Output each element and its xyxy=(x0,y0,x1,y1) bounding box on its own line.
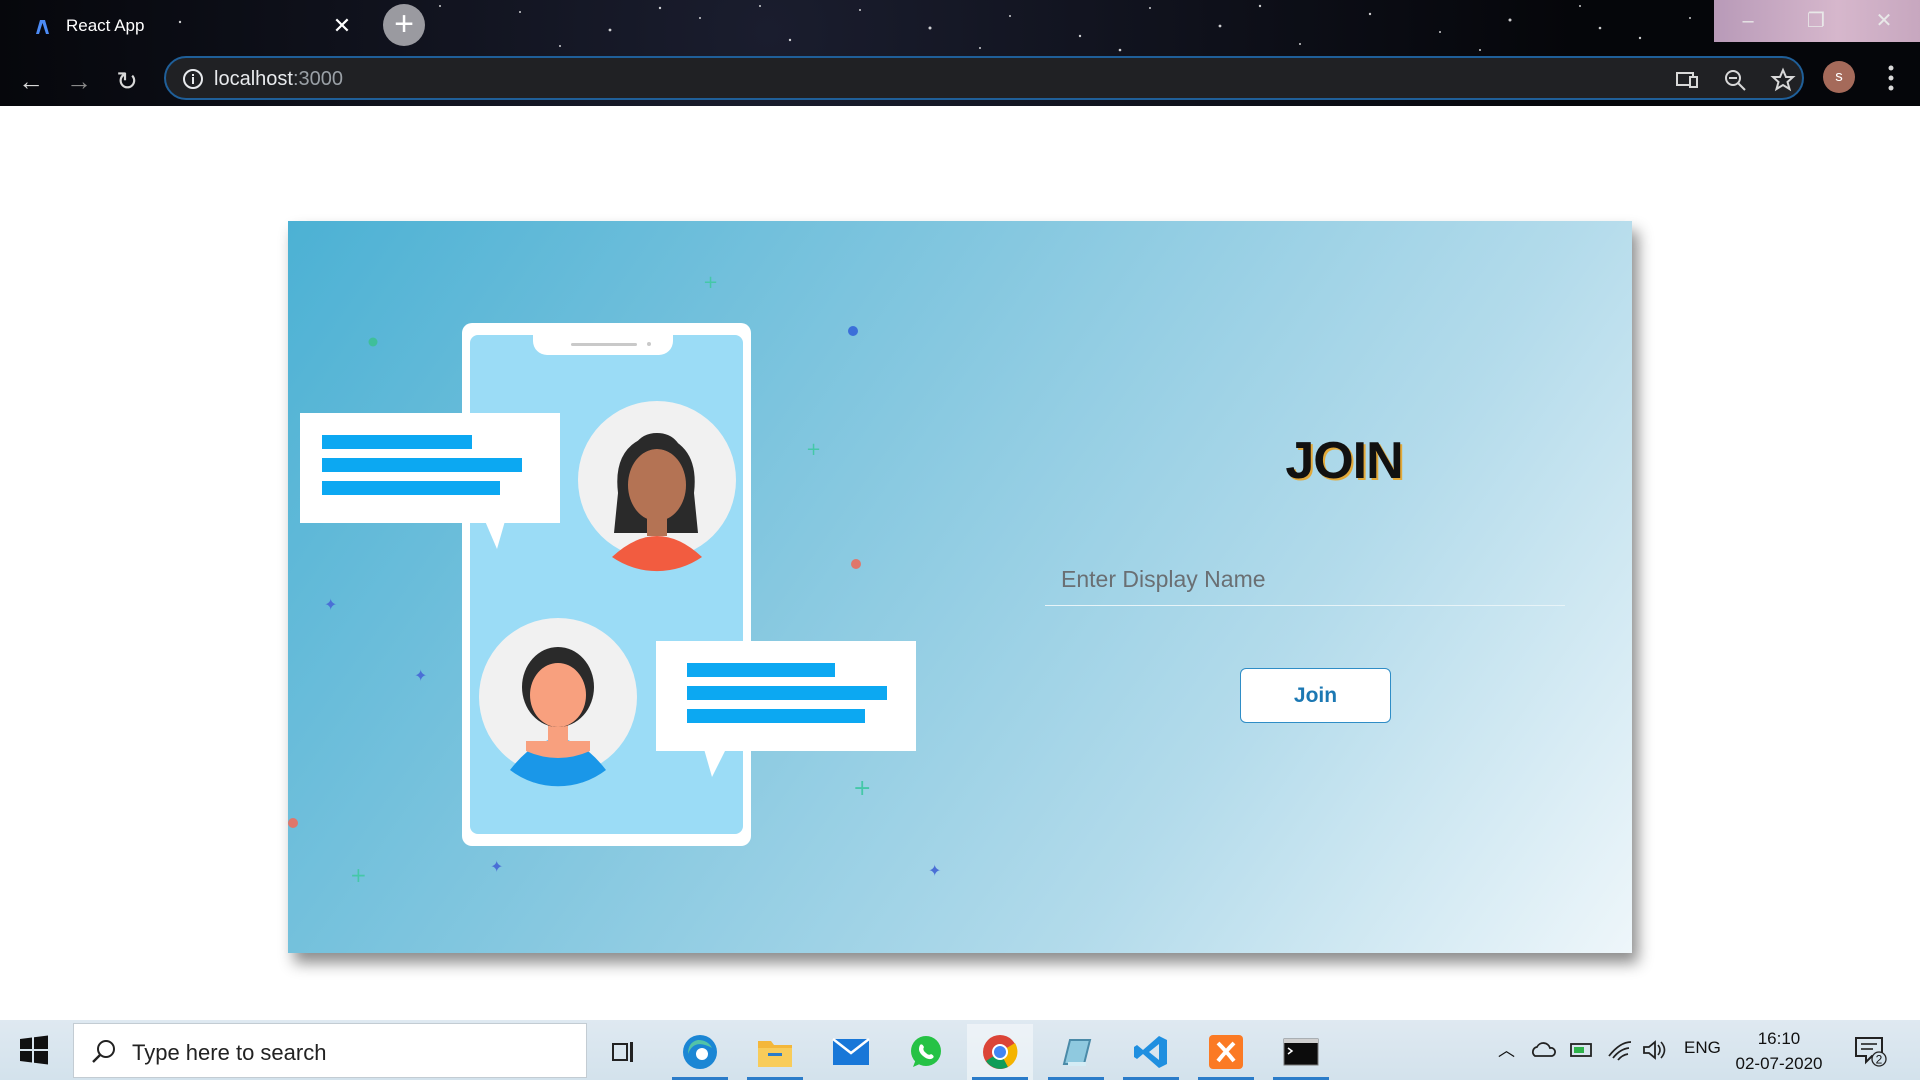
url-port: :3000 xyxy=(292,68,343,90)
svg-text:+: + xyxy=(853,776,871,801)
battery-icon[interactable] xyxy=(1568,1036,1596,1064)
svg-text:✦: ✦ xyxy=(928,861,941,880)
taskbar-search-box[interactable]: Type here to search xyxy=(73,1023,587,1078)
svg-text:+: + xyxy=(703,272,718,293)
url-host: localhost xyxy=(214,68,293,90)
show-hidden-icons-chevron-icon[interactable]: ︿ xyxy=(1498,1036,1515,1064)
svg-text:✦: ✦ xyxy=(414,666,427,685)
browser-tab[interactable]: React App ✕ xyxy=(10,4,366,48)
language-indicator[interactable]: ENG xyxy=(1684,1038,1721,1066)
phone-graphic xyxy=(462,323,751,846)
svg-text:✦: ✦ xyxy=(490,857,503,876)
task-view-icon[interactable] xyxy=(591,1024,657,1080)
page-title: JOIN xyxy=(1285,432,1403,490)
browser-toolbar: ← → ↻ localhost:3000 s xyxy=(0,56,1920,106)
windows-taskbar: Type here to search ︿ ENG 16:10 02-07-20… xyxy=(0,1020,1920,1080)
wifi-icon[interactable] xyxy=(1606,1036,1634,1064)
chat-illustration: + + + + ✦ ✦ ✦ ✦ xyxy=(288,272,941,887)
mail-icon[interactable] xyxy=(818,1024,884,1080)
back-arrow-icon[interactable]: ← xyxy=(12,62,50,100)
volume-icon[interactable] xyxy=(1640,1036,1668,1064)
clock-date: 02-07-2020 xyxy=(1735,1054,1823,1073)
chrome-icon[interactable] xyxy=(967,1024,1033,1080)
profile-avatar[interactable]: s xyxy=(1823,61,1855,93)
site-info-icon[interactable] xyxy=(182,68,204,90)
browser-menu-icon[interactable] xyxy=(1876,60,1906,96)
zoom-icon[interactable] xyxy=(1722,67,1748,93)
close-window-icon[interactable]: ✕ xyxy=(1858,0,1910,42)
svg-text:+: + xyxy=(350,863,367,887)
browser-chrome: React App ✕ + – ❐ ✕ ← → ↻ localhost:3000 xyxy=(0,0,1920,106)
restore-icon[interactable]: ❐ xyxy=(1790,0,1842,42)
display-name-input[interactable] xyxy=(1045,554,1565,606)
search-placeholder: Type here to search xyxy=(132,1040,327,1065)
install-app-icon[interactable] xyxy=(1674,67,1700,93)
terminal-icon[interactable] xyxy=(1268,1024,1334,1080)
onedrive-cloud-icon[interactable] xyxy=(1530,1036,1558,1064)
reload-icon[interactable]: ↻ xyxy=(108,62,146,100)
svg-text:✦: ✦ xyxy=(324,595,337,614)
forward-arrow-icon[interactable]: → xyxy=(60,62,98,100)
new-tab-button[interactable]: + xyxy=(383,4,425,46)
vscode-icon[interactable] xyxy=(1118,1024,1184,1080)
svg-text:+: + xyxy=(806,439,821,460)
tab-title: React App xyxy=(66,16,145,35)
edge-browser-icon[interactable] xyxy=(667,1024,733,1080)
notification-center-icon[interactable]: 2 xyxy=(1853,1034,1887,1068)
notes-app-icon[interactable] xyxy=(1043,1024,1109,1080)
join-card: + + + + ✦ ✦ ✦ ✦ JOIN Enter Display Name … xyxy=(288,221,1632,953)
minimize-icon[interactable]: – xyxy=(1722,0,1774,42)
system-clock[interactable]: 16:10 02-07-2020 xyxy=(1732,1026,1826,1076)
react-app-favicon-icon xyxy=(36,20,49,34)
search-icon xyxy=(92,1040,115,1063)
xampp-icon[interactable] xyxy=(1193,1024,1259,1080)
notification-count: 2 xyxy=(1876,1053,1883,1067)
whatsapp-icon[interactable] xyxy=(893,1024,959,1080)
tab-close-icon[interactable]: ✕ xyxy=(330,14,354,38)
page-viewport: + + + + ✦ ✦ ✦ ✦ JOIN Enter Display Name … xyxy=(0,106,1920,1020)
url-text: localhost:3000 xyxy=(214,68,343,91)
address-bar[interactable]: localhost:3000 xyxy=(164,56,1804,100)
join-button[interactable]: Join xyxy=(1240,668,1391,723)
clock-time: 16:10 xyxy=(1757,1029,1801,1048)
windows-start-icon[interactable] xyxy=(18,1034,50,1066)
file-explorer-icon[interactable] xyxy=(742,1024,808,1080)
bookmark-star-icon[interactable] xyxy=(1770,67,1796,93)
